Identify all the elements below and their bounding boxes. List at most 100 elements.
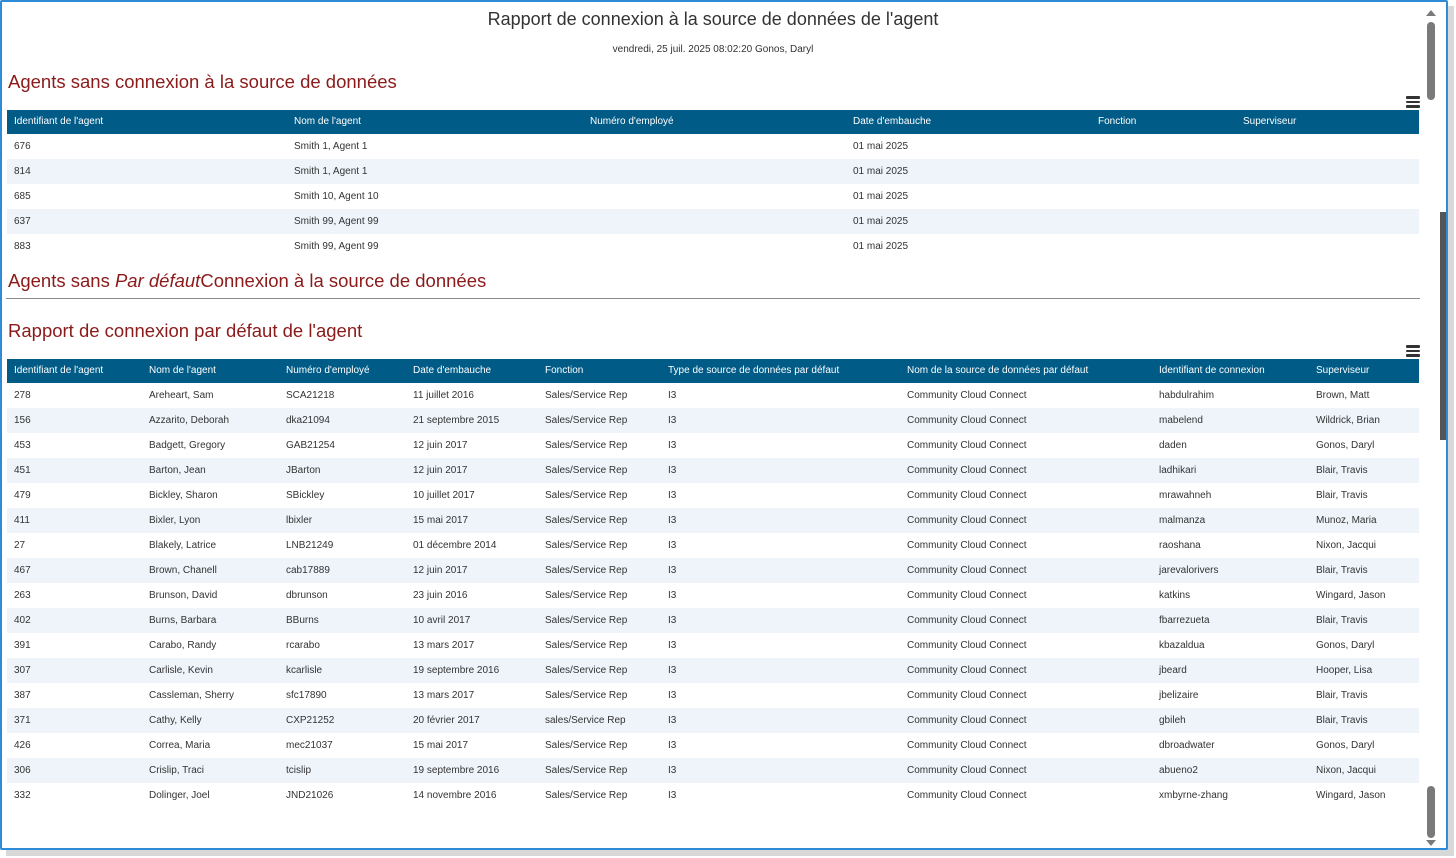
table-cell: Community Cloud Connect	[907, 490, 1027, 501]
table-cell: Blair, Travis	[1316, 565, 1368, 576]
table-cell: Gonos, Daryl	[1316, 640, 1375, 651]
table-cell: Blair, Travis	[1316, 615, 1368, 626]
arrow-up-icon[interactable]	[1426, 10, 1436, 16]
table-cell: Sales/Service Rep	[545, 465, 628, 476]
table-cell: BBurns	[286, 615, 319, 626]
table-cell: rcarabo	[286, 640, 320, 651]
table-cell	[1236, 159, 1419, 184]
table-cell	[1236, 234, 1419, 259]
table-cell: fbarrezueta	[1159, 615, 1210, 626]
table-cell: abueno2	[1159, 765, 1198, 776]
table-cell: I3	[668, 440, 677, 451]
table-cell: katkins	[1159, 590, 1191, 601]
table-cell: Community Cloud Connect	[907, 790, 1027, 801]
table-cell: Wildrick, Brian	[1316, 415, 1380, 426]
table-cell: Smith 1, Agent 1	[294, 141, 368, 152]
table-cell: 883	[14, 241, 31, 252]
table-header-row: Identifiant de l'agent Nom de l'agent Numé…	[7, 359, 1419, 383]
table-cell: Dolinger, Joel	[149, 790, 210, 801]
table-cell: sales/Service Rep	[545, 715, 626, 726]
table-cell: Brown, Chanell	[149, 565, 217, 576]
table-cell: raoshana	[1159, 540, 1201, 551]
table-cell: Wingard, Jason	[1316, 790, 1386, 801]
table-cell: Blair, Travis	[1316, 490, 1368, 501]
table-cell: 332	[14, 790, 31, 801]
table-cell: 27	[14, 540, 26, 551]
table-cell: Community Cloud Connect	[907, 515, 1027, 526]
table-cell: 387	[14, 690, 31, 701]
scrollbar-thumb-secondary[interactable]	[1427, 786, 1435, 838]
table-cell	[1091, 184, 1236, 209]
table-cell: 11 juillet 2016	[413, 390, 474, 401]
column-header: Type de source de données par défaut	[668, 365, 840, 376]
column-header: Numéro d'employé	[286, 365, 370, 376]
table-cell: 12 juin 2017	[413, 565, 468, 576]
table-row: 371 Cathy, Kelly CXP21252 20 février 2017 sa…	[7, 708, 1419, 733]
table-cell: 13 mars 2017	[413, 640, 475, 651]
table-cell: Gonos, Daryl	[1316, 740, 1375, 751]
table-cell: 479	[14, 490, 31, 501]
table-cell: xmbyrne-zhang	[1159, 790, 1228, 801]
table-cell	[583, 184, 846, 209]
table-cell: Wingard, Jason	[1316, 590, 1386, 601]
table-cell	[583, 134, 846, 159]
report-title: Rapport de connexion à la source de donn…	[487, 9, 939, 29]
table-cell: Community Cloud Connect	[907, 765, 1027, 776]
window-edge-handle	[1440, 212, 1446, 440]
table-cell: mrawahneh	[1159, 490, 1212, 501]
table-row: 156 Azzarito, Deborah dka21094 21 septembre…	[7, 408, 1419, 433]
table-cell: Sales/Service Rep	[545, 740, 628, 751]
table-cell: Cassleman, Sherry	[149, 690, 235, 701]
arrow-down-icon[interactable]	[1426, 840, 1436, 846]
section-title-suffix: Connexion à la source de données	[200, 270, 487, 291]
table-cell: Community Cloud Connect	[907, 540, 1027, 551]
table-cell: 451	[14, 465, 31, 476]
table-cell: 21 septembre 2015	[413, 415, 500, 426]
table-cell: Community Cloud Connect	[907, 415, 1027, 426]
table-row: 453 Badgett, Gregory GAB21254 12 juin 2017 S…	[7, 433, 1419, 458]
table-cell: Carabo, Randy	[149, 640, 217, 651]
table-cell: 01 mai 2025	[853, 141, 909, 152]
table-row: 451 Barton, Jean JBarton 12 juin 2017 Sales/…	[7, 458, 1419, 483]
column-header: Identifiant de connexion	[1159, 365, 1265, 376]
table-cell: Sales/Service Rep	[545, 690, 628, 701]
table-cell: CXP21252	[286, 715, 335, 726]
table-cell: Hooper, Lisa	[1316, 665, 1373, 676]
table-menu-row	[6, 94, 1420, 110]
table-cell: Badgett, Gregory	[149, 440, 226, 451]
table-cell: Correa, Maria	[149, 740, 211, 751]
table-cell: I3	[668, 465, 677, 476]
table-cell: Sales/Service Rep	[545, 590, 628, 601]
table-cell: 19 septembre 2016	[413, 665, 500, 676]
table-cell	[1236, 209, 1419, 234]
table-cell: JBarton	[286, 465, 321, 476]
table-cell: 685	[14, 191, 31, 202]
table-cell: 13 mars 2017	[413, 690, 475, 701]
table-cell	[583, 159, 846, 184]
table-cell: kcarlisle	[286, 665, 323, 676]
table-cell: Community Cloud Connect	[907, 740, 1027, 751]
section-title-emphasis: Par défaut	[114, 270, 201, 291]
table-cell: I3	[668, 390, 677, 401]
table-cell: Blair, Travis	[1316, 690, 1368, 701]
table-cell	[1236, 134, 1419, 159]
report-subtitle: vendredi, 25 juil. 2025 08:02:20 Gonos, …	[612, 44, 814, 55]
table-cell: Blakely, Latrice	[149, 540, 217, 551]
table-cell: 307	[14, 665, 31, 676]
hamburger-menu-icon[interactable]	[1406, 345, 1420, 357]
table-cell: 12 juin 2017	[413, 440, 468, 451]
table-cell: Sales/Service Rep	[545, 490, 628, 501]
column-header: Identifiant de l'agent	[14, 116, 104, 127]
table-row: 676 Smith 1, Agent 1 01 mai 2025	[7, 134, 1419, 159]
table-cell: 306	[14, 765, 31, 776]
table-cell: Sales/Service Rep	[545, 540, 628, 551]
scrollbar-thumb[interactable]	[1427, 22, 1435, 100]
hamburger-menu-icon[interactable]	[1406, 96, 1420, 108]
vertical-scrollbar[interactable]	[1424, 4, 1438, 848]
table-cell: Community Cloud Connect	[907, 715, 1027, 726]
table-cell: LNB21249	[286, 540, 334, 551]
table-cell: 411	[14, 515, 30, 526]
table-cell: 01 mai 2025	[853, 191, 909, 202]
table-cell: SBickley	[286, 490, 325, 501]
table-row: 883 Smith 99, Agent 99 01 mai 2025	[7, 234, 1419, 259]
